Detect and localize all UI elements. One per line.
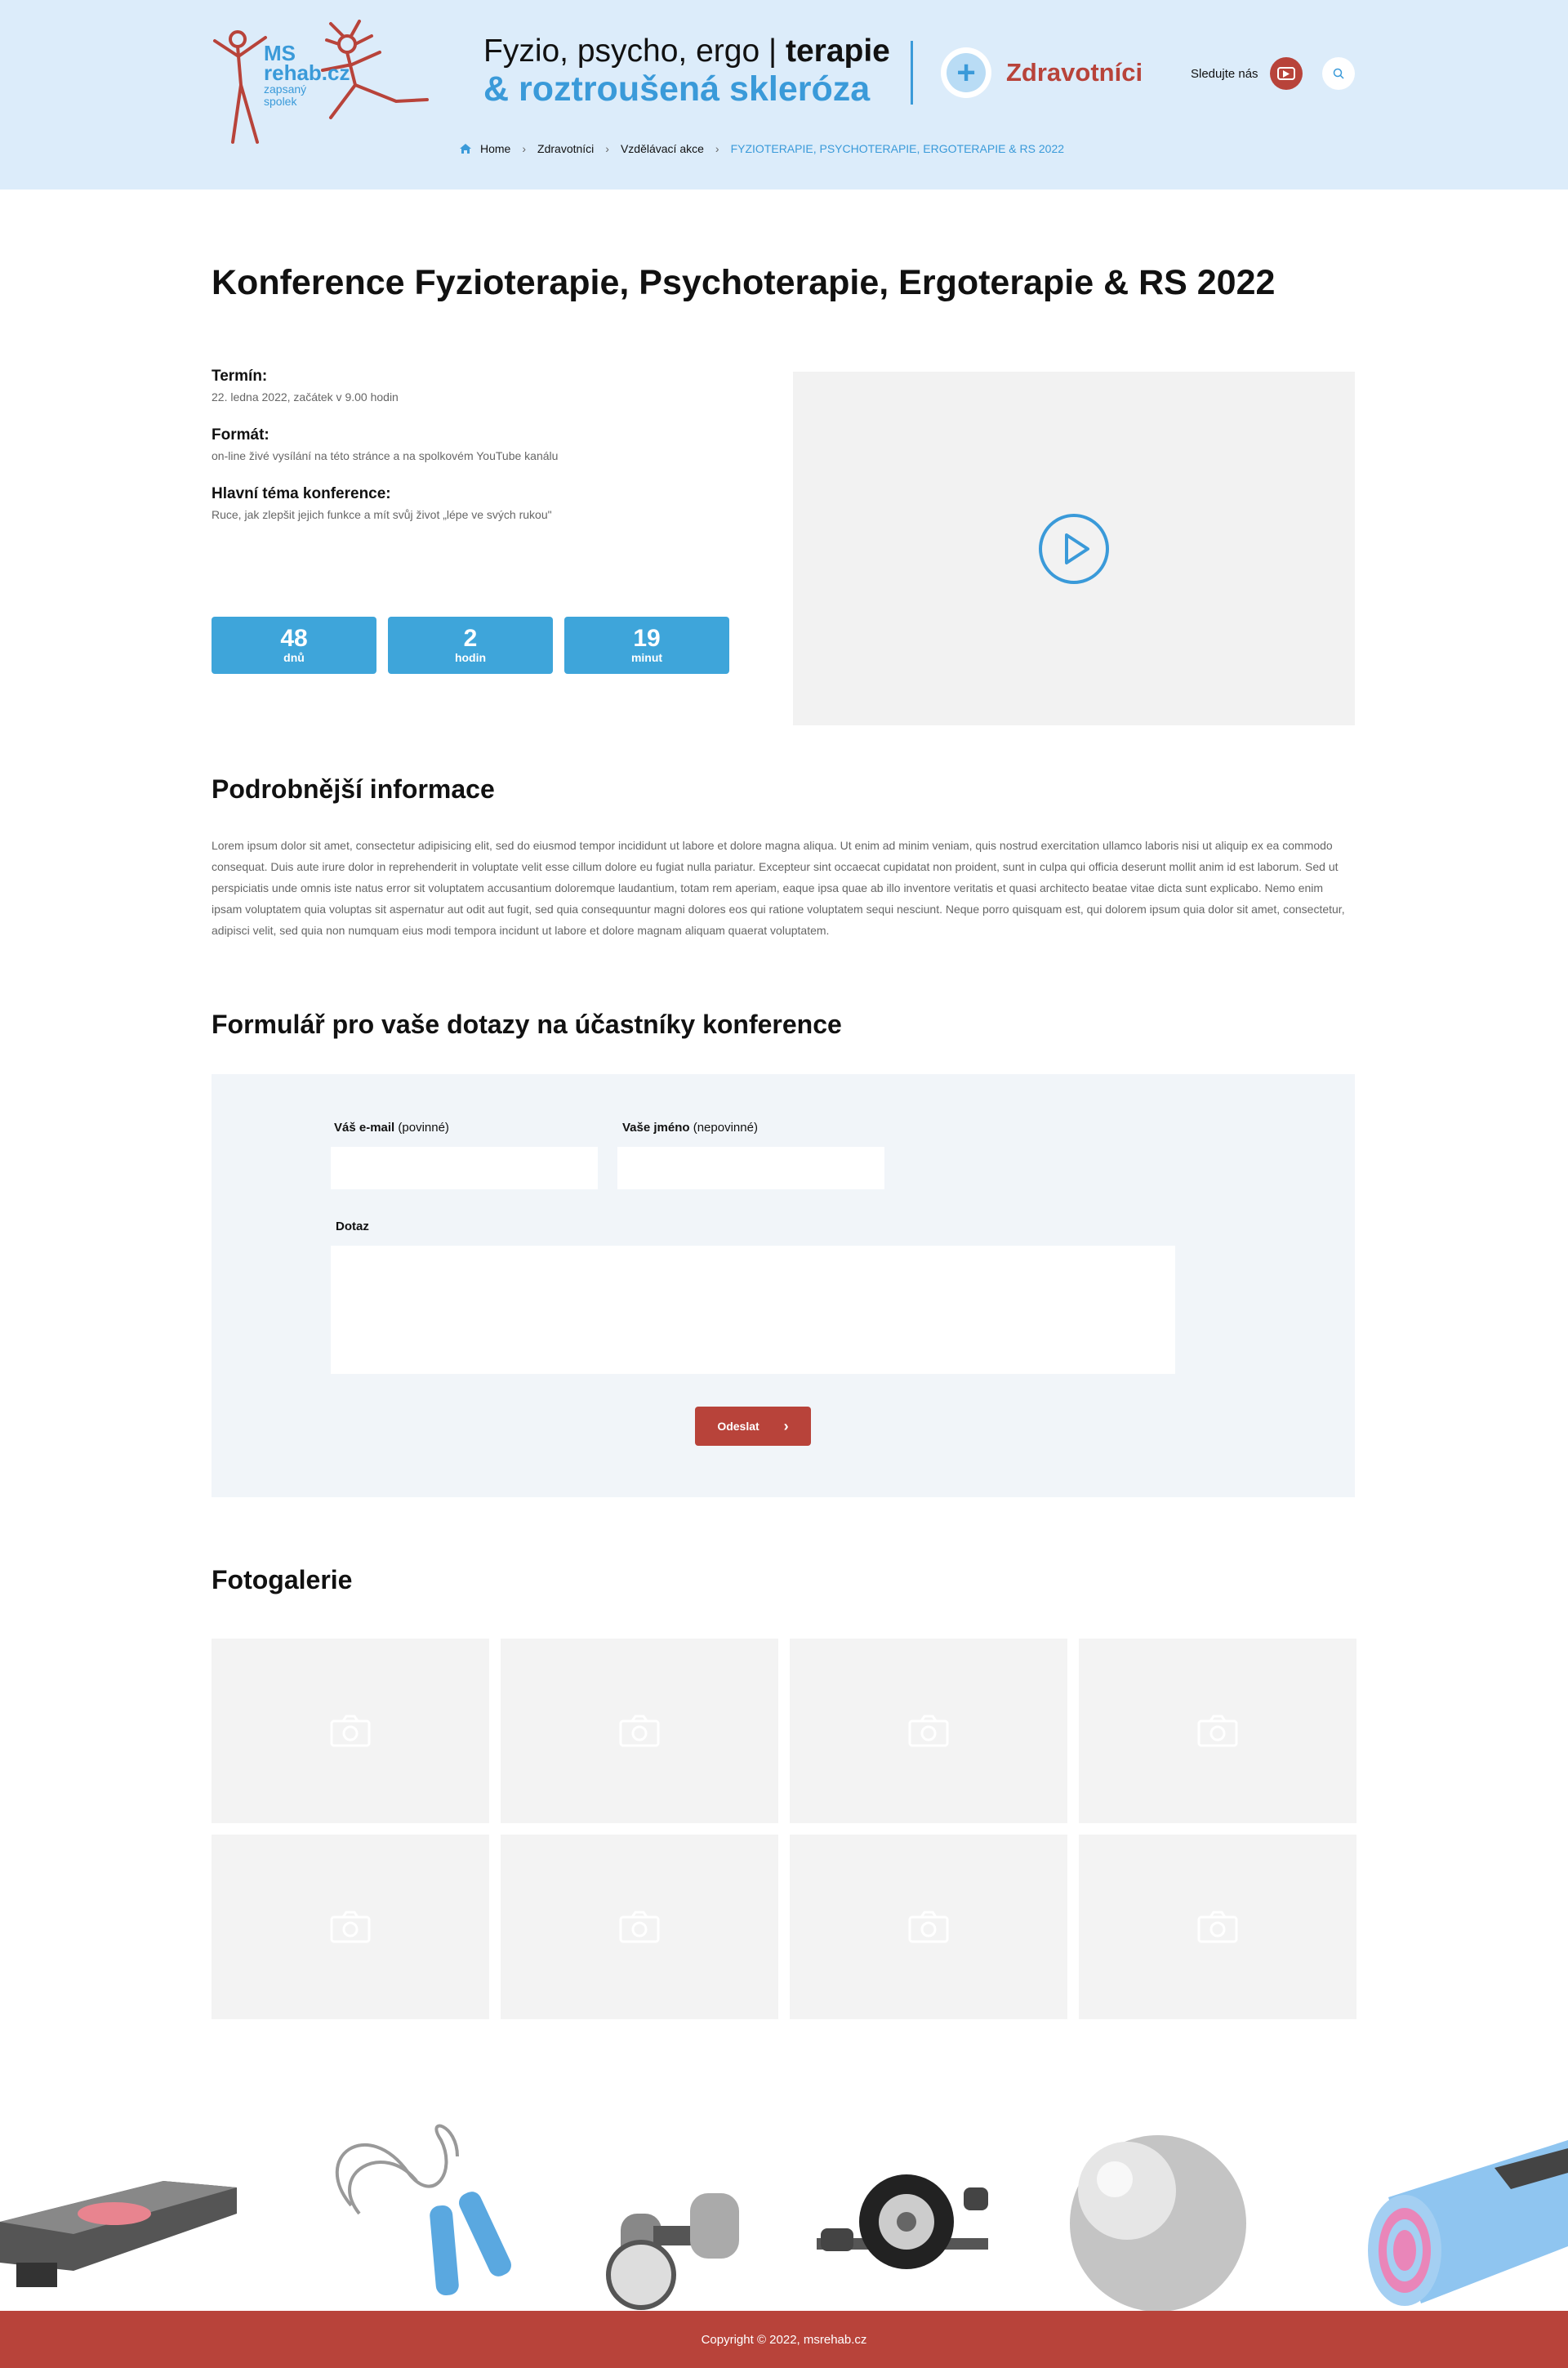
- fitness-ball-icon: [1070, 2135, 1246, 2312]
- name-field[interactable]: [617, 1147, 884, 1189]
- photo-gallery: [212, 1639, 1356, 2019]
- breadcrumb-home[interactable]: Home: [480, 142, 510, 155]
- chevron-right-icon: ›: [783, 1417, 789, 1434]
- breadcrumb: Home › Zdravotníci › Vzdělávací akce › F…: [459, 142, 1064, 155]
- details-text: Lorem ipsum dolor sit amet, consectetur …: [212, 839, 1345, 937]
- play-icon[interactable]: [1037, 512, 1111, 586]
- email-field[interactable]: [331, 1147, 598, 1189]
- tagline-part1: Fyzio, psycho, ergo |: [483, 33, 777, 69]
- countdown-minutes: 19 minut: [564, 617, 729, 674]
- tema-label: Hlavní téma konference:: [212, 485, 391, 502]
- name-label-text: Vaše jméno: [622, 1121, 690, 1135]
- submit-label: Odeslat: [717, 1420, 760, 1433]
- gallery-item[interactable]: [1079, 1835, 1356, 2019]
- countdown-hours-value: 2: [463, 625, 478, 652]
- search-button[interactable]: [1321, 57, 1355, 90]
- question-label: Dotaz: [336, 1220, 369, 1233]
- camera-icon: [619, 1715, 660, 1747]
- termin-label: Termín:: [212, 368, 268, 385]
- breadcrumb-zdravotnici[interactable]: Zdravotníci: [537, 142, 594, 155]
- gallery-item[interactable]: [790, 1639, 1067, 1823]
- logo-line-3: zapsaný: [264, 83, 307, 96]
- info-termin: Termín: 22. ledna 2022, začátek v 9.00 h…: [212, 368, 734, 404]
- camera-icon: [330, 1715, 371, 1747]
- countdown-minutes-unit: minut: [630, 651, 663, 664]
- name-label: Vaše jméno (nepovinné): [622, 1121, 758, 1135]
- event-info: Termín: 22. ledna 2022, začátek v 9.00 h…: [212, 368, 734, 544]
- countdown-days-unit: dnů: [283, 651, 305, 664]
- camera-icon: [1197, 1911, 1238, 1943]
- search-icon: [1333, 68, 1344, 79]
- gallery-heading: Fotogalerie: [212, 1565, 353, 1594]
- youtube-button[interactable]: [1269, 57, 1303, 90]
- camera-icon: [1197, 1715, 1238, 1747]
- camera-icon: [908, 1911, 949, 1943]
- social-follow: Sledujte nás: [1191, 57, 1355, 90]
- site-logo[interactable]: MS rehab.cz zapsaný spolek: [208, 20, 437, 150]
- gallery-item[interactable]: [1079, 1639, 1356, 1823]
- countdown: 48 dnů 2 hodin 19 minut: [212, 617, 741, 674]
- copyright-text: Copyright © 2022, msrehab.cz: [701, 2332, 867, 2347]
- gallery-item[interactable]: [501, 1639, 778, 1823]
- logo-text: MS rehab.cz zapsaný spolek: [264, 42, 350, 108]
- site-footer: Copyright © 2022, msrehab.cz: [0, 2311, 1568, 2368]
- tagline-line-1: Fyzio, psycho, ergo | terapie: [483, 33, 890, 70]
- follow-label: Sledujte nás: [1191, 66, 1258, 81]
- name-note: (nepovinné): [693, 1121, 758, 1135]
- breadcrumb-vzdelavaci-akce[interactable]: Vzdělávací akce: [621, 142, 704, 155]
- format-label: Formát:: [212, 426, 270, 444]
- ab-wheel-icon: [817, 2174, 988, 2269]
- termin-value: 22. ledna 2022, začátek v 9.00 hodin: [212, 390, 399, 404]
- email-label-text: Váš e-mail: [334, 1121, 395, 1135]
- email-label: Váš e-mail (povinné): [334, 1121, 449, 1135]
- info-format: Formát: on-line živé vysílání na této st…: [212, 426, 734, 462]
- info-tema: Hlavní téma konference: Ruce, jak zlepši…: [212, 485, 734, 521]
- jump-rope-icon: [335, 2124, 459, 2215]
- email-note: (povinné): [398, 1121, 449, 1135]
- form-heading: Formulář pro vaše dotazy na účastníky ko…: [212, 1010, 842, 1039]
- youtube-icon: [1276, 67, 1295, 80]
- countdown-minutes-value: 19: [633, 625, 661, 652]
- countdown-days: 48 dnů: [212, 617, 376, 674]
- fitness-equipment-illustration: [0, 2124, 1568, 2312]
- header-divider: [911, 41, 913, 105]
- question-form: Váš e-mail (povinné) Vaše jméno (nepovin…: [212, 1074, 1355, 1497]
- logo-line-4: spolek: [264, 95, 297, 108]
- site-header: MS rehab.cz zapsaný spolek Fyzio, psycho…: [0, 0, 1568, 190]
- countdown-hours-unit: hodin: [454, 651, 487, 664]
- format-value: on-line živé vysílání na této stránce a …: [212, 449, 559, 462]
- camera-icon: [908, 1715, 949, 1747]
- dumbbell-icon: [606, 2193, 739, 2310]
- tagline-part1-bold: terapie: [785, 33, 890, 69]
- zdravotnici-link[interactable]: + Zdravotníci: [941, 47, 1143, 98]
- gallery-item[interactable]: [212, 1639, 489, 1823]
- zdravotnici-label: Zdravotníci: [1006, 58, 1143, 87]
- question-field[interactable]: [331, 1246, 1175, 1374]
- countdown-days-value: 48: [280, 625, 308, 652]
- gallery-item[interactable]: [790, 1835, 1067, 2019]
- chevron-right-icon: ›: [522, 142, 527, 155]
- tema-value: Ruce, jak zlepšit jejich funkce a mít sv…: [212, 508, 552, 521]
- chevron-right-icon: ›: [715, 142, 719, 155]
- page-title: Konference Fyzioterapie, Psychoterapie, …: [212, 263, 1276, 302]
- gallery-item[interactable]: [212, 1835, 489, 2019]
- details-heading: Podrobnější informace: [212, 774, 495, 804]
- countdown-hours: 2 hodin: [388, 617, 553, 674]
- logo-line-2: rehab.cz: [264, 60, 350, 85]
- tagline-line-2: & roztroušená skleróza: [483, 69, 871, 109]
- submit-button[interactable]: Odeslat ›: [695, 1407, 811, 1446]
- plus-icon: +: [941, 47, 991, 98]
- camera-icon: [619, 1911, 660, 1943]
- chevron-right-icon: ›: [605, 142, 609, 155]
- yoga-mat-icon: [1368, 2140, 1568, 2306]
- gallery-item[interactable]: [501, 1835, 778, 2019]
- breadcrumb-current: FYZIOTERAPIE, PSYCHOTERAPIE, ERGOTERAPIE…: [730, 142, 1065, 155]
- camera-icon: [330, 1911, 371, 1943]
- site-tagline: Fyzio, psycho, ergo | terapie & roztrouš…: [483, 33, 890, 108]
- home-icon[interactable]: [459, 143, 472, 154]
- video-player[interactable]: [793, 372, 1355, 725]
- step-platform-icon: [0, 2181, 237, 2287]
